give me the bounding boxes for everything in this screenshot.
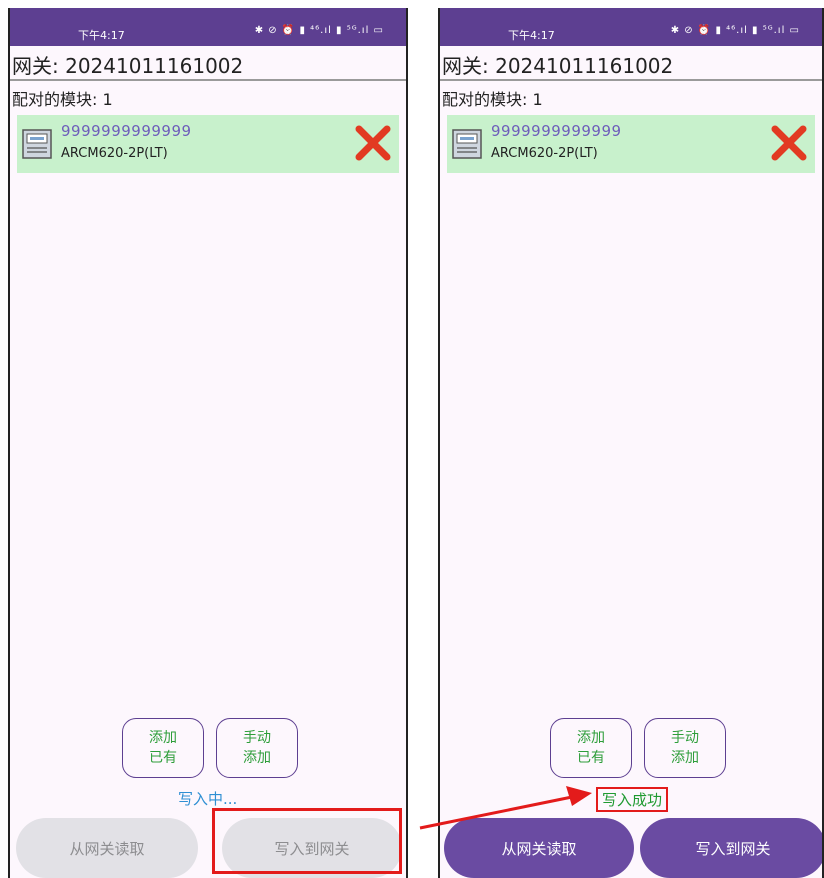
read-from-gateway-button[interactable]: 从网关读取 xyxy=(444,818,634,878)
meter-icon xyxy=(22,129,52,159)
module-list-item[interactable]: 9999999999999 ARCM620-2P(LT) xyxy=(17,115,399,173)
delete-icon[interactable] xyxy=(769,123,809,163)
add-existing-button[interactable]: 添加 已有 xyxy=(550,718,632,778)
write-status-text: 写入中... xyxy=(178,790,238,808)
module-model: ARCM620-2P(LT) xyxy=(491,146,598,161)
write-to-gateway-button[interactable]: 写入到网关 xyxy=(222,818,402,878)
status-time: 下午4:17 xyxy=(78,29,125,42)
module-model: ARCM620-2P(LT) xyxy=(61,146,168,161)
status-bar: 下午4:17 ✱ ⊘ ⏰ ▮ ⁴⁶.ıl ▮ ⁵ᴳ.ıl ▭ xyxy=(10,8,406,46)
add-existing-button[interactable]: 添加 已有 xyxy=(122,718,204,778)
manual-add-button[interactable]: 手动 添加 xyxy=(216,718,298,778)
status-time: 下午4:17 xyxy=(508,29,555,42)
gateway-label: 网关: 20241011161002 xyxy=(442,54,674,78)
phone-screen-writing: 下午4:17 ✱ ⊘ ⏰ ▮ ⁴⁶.ıl ▮ ⁵ᴳ.ıl ▭ 网关: 20241… xyxy=(8,8,408,878)
module-list-item[interactable]: 9999999999999 ARCM620-2P(LT) xyxy=(447,115,815,173)
gateway-label: 网关: 20241011161002 xyxy=(12,54,244,78)
module-id: 9999999999999 xyxy=(491,122,622,140)
phone-screen-success: 下午4:17 ✱ ⊘ ⏰ ▮ ⁴⁶.ıl ▮ ⁵ᴳ.ıl ▭ 网关: 20241… xyxy=(438,8,824,878)
write-to-gateway-button[interactable]: 写入到网关 xyxy=(640,818,822,878)
manual-add-button[interactable]: 手动 添加 xyxy=(644,718,726,778)
delete-icon[interactable] xyxy=(353,123,393,163)
paired-modules-label: 配对的模块: 1 xyxy=(442,90,543,109)
gateway-header: 网关: 20241011161002 xyxy=(440,46,822,81)
meter-icon xyxy=(452,129,482,159)
write-success-text: 写入成功 xyxy=(596,787,669,812)
gateway-header: 网关: 20241011161002 xyxy=(10,46,406,81)
module-id: 9999999999999 xyxy=(61,122,192,140)
status-icons: ✱ ⊘ ⏰ ▮ ⁴⁶.ıl ▮ ⁵ᴳ.ıl ▭ xyxy=(254,25,384,36)
paired-modules-label: 配对的模块: 1 xyxy=(12,90,113,109)
status-bar: 下午4:17 ✱ ⊘ ⏰ ▮ ⁴⁶.ıl ▮ ⁵ᴳ.ıl ▭ xyxy=(440,8,822,46)
read-from-gateway-button[interactable]: 从网关读取 xyxy=(16,818,198,878)
status-icons: ✱ ⊘ ⏰ ▮ ⁴⁶.ıl ▮ ⁵ᴳ.ıl ▭ xyxy=(670,25,800,36)
